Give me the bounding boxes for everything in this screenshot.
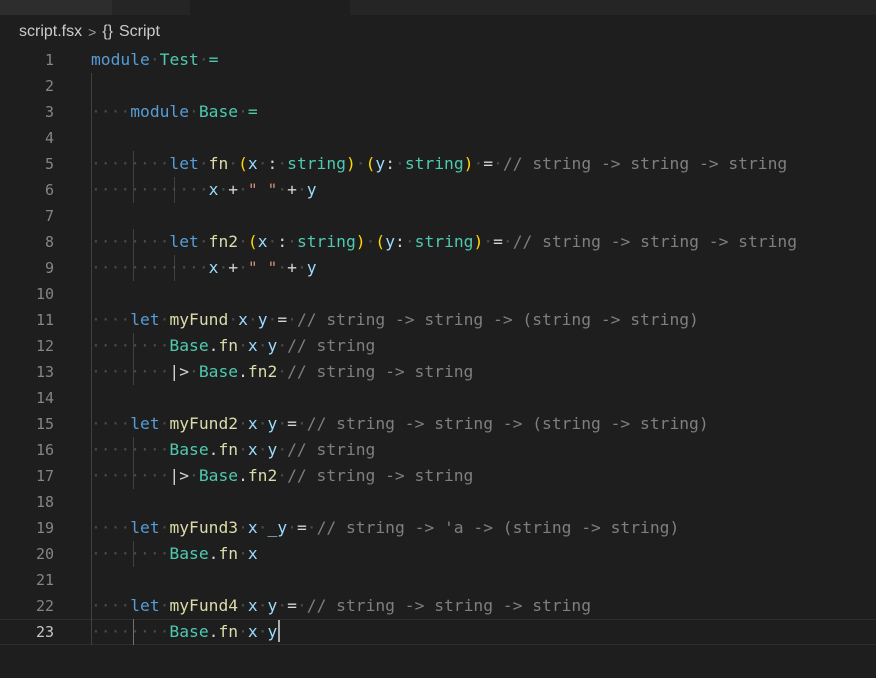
line-number[interactable]: 1 xyxy=(0,47,54,73)
code-editor[interactable]: 1 module·Test·= 2 3 ····module·Base·= 4 5 ·····… xyxy=(0,47,876,678)
code-line[interactable]: 7 xyxy=(0,203,876,229)
code-text[interactable]: ········Base.fn·x·y·// string xyxy=(91,437,375,463)
code-text[interactable]: ············x·+·" "·+·y xyxy=(91,255,317,281)
code-text[interactable]: ····let·myFund3·x·_y·=·// string -> 'a -… xyxy=(91,515,679,541)
code-line[interactable]: 23 ········Base.fn·x·y xyxy=(0,619,876,645)
line-number[interactable]: 16 xyxy=(0,437,54,463)
code-line[interactable]: 13 ········|>·Base.fn2·// string -> strin… xyxy=(0,359,876,385)
breadcrumb-symbol[interactable]: Script xyxy=(119,23,160,41)
code-line[interactable]: 3 ····module·Base·= xyxy=(0,99,876,125)
code-line[interactable]: 17 ········|>·Base.fn2·// string -> strin… xyxy=(0,463,876,489)
code-text[interactable]: ········|>·Base.fn2·// string -> string xyxy=(91,359,473,385)
code-line[interactable]: 4 xyxy=(0,125,876,151)
code-line[interactable]: 19 ····let·myFund3·x·_y·=·// string -> 'a… xyxy=(0,515,876,541)
line-number[interactable]: 19 xyxy=(0,515,54,541)
code-text[interactable]: ········Base.fn·x·y·// string xyxy=(91,333,375,359)
line-number[interactable]: 10 xyxy=(0,281,54,307)
code-text[interactable]: ····let·myFund4·x·y·=·// string -> strin… xyxy=(91,593,591,619)
breadcrumb: script.fsx > {} Script xyxy=(19,21,160,43)
code-line[interactable]: 12 ········Base.fn·x·y·// string xyxy=(0,333,876,359)
code-text[interactable]: ········|>·Base.fn2·// string -> string xyxy=(91,463,473,489)
indent-guide xyxy=(91,489,92,515)
code-text[interactable]: ········let·fn·(x·:·string)·(y:·string)·… xyxy=(91,151,787,177)
indent-guide xyxy=(91,73,92,99)
indent-guide xyxy=(91,203,92,229)
code-line[interactable]: 22 ····let·myFund4·x·y·=·// string -> str… xyxy=(0,593,876,619)
code-line[interactable]: 20 ········Base.fn·x xyxy=(0,541,876,567)
braces-icon: {} xyxy=(102,23,113,40)
code-line[interactable]: 5 ········let·fn·(x·:·string)·(y:·string)… xyxy=(0,151,876,177)
indent-guide xyxy=(91,125,92,151)
code-line[interactable]: 8 ········let·fn2·(x·:·string)·(y:·string… xyxy=(0,229,876,255)
line-number[interactable]: 15 xyxy=(0,411,54,437)
code-line[interactable]: 16 ········Base.fn·x·y·// string xyxy=(0,437,876,463)
code-line[interactable]: 9 ············x·+·" "·+·y xyxy=(0,255,876,281)
code-line[interactable]: 11 ····let·myFund·x·y·=·// string -> stri… xyxy=(0,307,876,333)
code-line[interactable]: 14 xyxy=(0,385,876,411)
code-line[interactable]: 21 xyxy=(0,567,876,593)
code-text[interactable]: ····let·myFund2·x·y·=·// string -> strin… xyxy=(91,411,709,437)
code-text[interactable]: ············x·+·" "·+·y xyxy=(91,177,317,203)
code-text[interactable]: ····let·myFund·x·y·=·// string -> string… xyxy=(91,307,699,333)
code-text[interactable]: module·Test·= xyxy=(91,47,218,73)
code-line[interactable]: 2 xyxy=(0,73,876,99)
code-line[interactable]: 6 ············x·+·" "·+·y xyxy=(0,177,876,203)
editor-tab-active[interactable] xyxy=(190,0,350,15)
line-number[interactable]: 2 xyxy=(0,73,54,99)
line-number[interactable]: 9 xyxy=(0,255,54,281)
code-line[interactable]: 1 module·Test·= xyxy=(0,47,876,73)
code-text[interactable]: ········Base.fn·x xyxy=(91,541,258,567)
indent-guide xyxy=(91,385,92,411)
code-line[interactable]: 10 xyxy=(0,281,876,307)
editor-tab-inactive[interactable] xyxy=(0,0,112,15)
line-number[interactable]: 12 xyxy=(0,333,54,359)
line-number[interactable]: 13 xyxy=(0,359,54,385)
code-text[interactable]: ····module·Base·= xyxy=(91,99,258,125)
line-number[interactable]: 5 xyxy=(0,151,54,177)
line-number[interactable]: 11 xyxy=(0,307,54,333)
line-number[interactable]: 21 xyxy=(0,567,54,593)
line-number[interactable]: 20 xyxy=(0,541,54,567)
line-number[interactable]: 14 xyxy=(0,385,54,411)
text-cursor xyxy=(278,620,281,642)
line-number[interactable]: 4 xyxy=(0,125,54,151)
line-number[interactable]: 6 xyxy=(0,177,54,203)
code-text[interactable]: ········Base.fn·x·y xyxy=(91,619,281,645)
indent-guide xyxy=(91,281,92,307)
line-number[interactable]: 18 xyxy=(0,489,54,515)
line-number[interactable]: 7 xyxy=(0,203,54,229)
line-number[interactable]: 3 xyxy=(0,99,54,125)
line-number[interactable]: 8 xyxy=(0,229,54,255)
code-line[interactable]: 15 ····let·myFund2·x·y·=·// string -> str… xyxy=(0,411,876,437)
tab-bar xyxy=(0,0,876,15)
breadcrumb-file[interactable]: script.fsx xyxy=(19,23,82,41)
code-text[interactable]: ········let·fn2·(x·:·string)·(y:·string)… xyxy=(91,229,797,255)
line-number[interactable]: 22 xyxy=(0,593,54,619)
indent-guide xyxy=(91,567,92,593)
chevron-right-icon: > xyxy=(88,24,97,40)
line-number[interactable]: 17 xyxy=(0,463,54,489)
code-line[interactable]: 18 xyxy=(0,489,876,515)
line-number[interactable]: 23 xyxy=(0,619,54,645)
